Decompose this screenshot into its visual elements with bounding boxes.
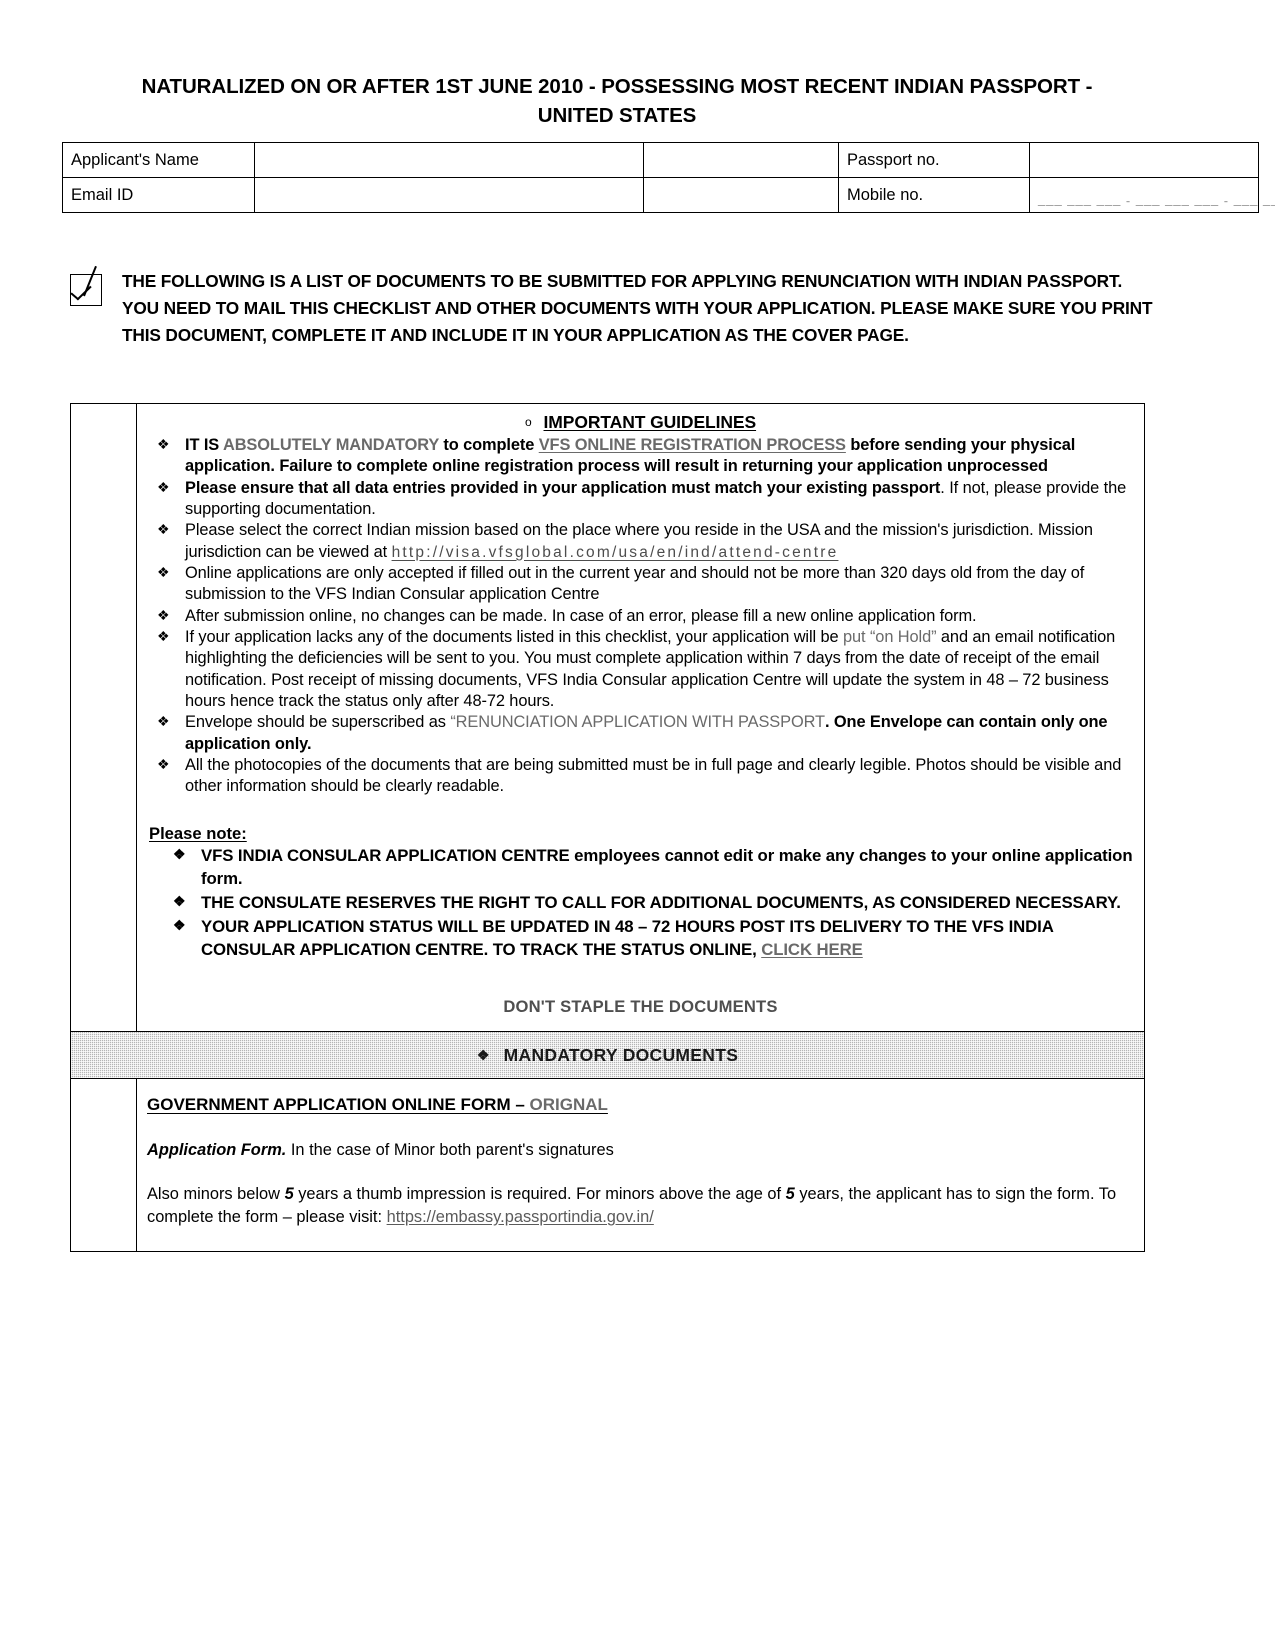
page-title-line-2: UNITED STATES bbox=[537, 104, 697, 128]
guideline-item-part: to complete bbox=[438, 436, 539, 454]
email-id-label: Email ID bbox=[62, 177, 255, 213]
guideline-item-part: After submission online, no changes can … bbox=[185, 606, 977, 625]
mobile-no-dashes: ___ ___ ___ - ___ ___ ___ - ___ ___ ___ … bbox=[1038, 196, 1275, 206]
guideline-item: All the photocopies of the documents tha… bbox=[145, 755, 1136, 798]
guideline-item-part: All the photocopies of the documents tha… bbox=[185, 755, 1122, 796]
please-note-list: VFS INDIA CONSULAR APPLICATION CENTRE em… bbox=[145, 844, 1136, 962]
email-id-field[interactable] bbox=[254, 177, 644, 213]
guideline-item-part: Please ensure that all data entries prov… bbox=[185, 478, 941, 497]
government-form-cell: GOVERNMENT APPLICATION ONLINE FORM – ORI… bbox=[137, 1079, 1144, 1251]
guideline-item: Envelope should be superscribed as “RENU… bbox=[145, 712, 1136, 755]
please-note-item: VFS INDIA CONSULAR APPLICATION CENTRE em… bbox=[145, 844, 1136, 890]
minors-age-2: 5 bbox=[785, 1184, 795, 1203]
application-form-paragraph: Application Form. In the case of Minor b… bbox=[147, 1139, 1134, 1162]
minors-text-2: years a thumb impression is required. Fo… bbox=[293, 1184, 786, 1203]
passport-india-link[interactable]: https://embassy.passportindia.gov.in/ bbox=[387, 1208, 654, 1226]
please-note-heading: Please note: bbox=[149, 823, 247, 843]
mandatory-documents-bar: ❖ MANDATORY DOCUMENTS bbox=[71, 1031, 1144, 1080]
email-id-extra-field[interactable] bbox=[643, 177, 839, 213]
please-note-item: THE CONSULATE RESERVES THE RIGHT TO CALL… bbox=[145, 891, 1136, 914]
minors-paragraph: Also minors below 5 years a thumb impres… bbox=[147, 1183, 1134, 1230]
guideline-item: After submission online, no changes can … bbox=[145, 606, 1136, 627]
applicant-name-extra-field[interactable] bbox=[643, 142, 839, 178]
mandatory-documents-row: GOVERNMENT APPLICATION ONLINE FORM – ORI… bbox=[71, 1079, 1144, 1252]
page-title-line-1: NATURALIZED ON OR AFTER 1ST JUNE 2010 - … bbox=[141, 75, 1093, 98]
guideline-item-part: ABSOLUTELY MANDATORY bbox=[222, 436, 439, 454]
page-title: NATURALIZED ON OR AFTER 1ST JUNE 2010 - … bbox=[62, 72, 1172, 130]
table-row: Applicant's Name Passport no. bbox=[62, 142, 1259, 178]
checked-checkbox-icon bbox=[70, 274, 102, 306]
mandatory-documents-label: MANDATORY DOCUMENTS bbox=[503, 1044, 739, 1065]
passport-no-label: Passport no. bbox=[838, 142, 1030, 178]
guideline-item-part: http://visa.vfsglobal.com/usa/en/ind/att… bbox=[391, 543, 839, 561]
guideline-item: Please ensure that all data entries prov… bbox=[145, 478, 1136, 521]
minors-text-1: Also minors below bbox=[147, 1184, 285, 1203]
applicant-name-field[interactable] bbox=[254, 142, 644, 178]
minors-age-1: 5 bbox=[284, 1184, 294, 1203]
application-form-text: In the case of Minor both parent's signa… bbox=[286, 1141, 614, 1160]
guideline-item-part: put “on Hold” bbox=[843, 627, 937, 646]
circle-marker-icon: o bbox=[524, 415, 532, 429]
checklist-notice: THE FOLLOWING IS A LIST OF DOCUMENTS TO … bbox=[70, 268, 1160, 348]
guideline-item-part: IT IS bbox=[185, 436, 223, 454]
gutter-column bbox=[71, 404, 137, 1032]
guidelines-heading-text: IMPORTANT GUIDELINES bbox=[543, 412, 757, 432]
government-form-title: GOVERNMENT APPLICATION ONLINE FORM – ORI… bbox=[147, 1095, 1134, 1115]
government-form-title-orignal: ORIGNAL bbox=[529, 1095, 608, 1115]
guidelines-row: o IMPORTANT GUIDELINES IT IS ABSOLUTELY M… bbox=[71, 404, 1144, 1032]
applicant-info-table: Applicant's Name Passport no. Email ID M… bbox=[62, 142, 1275, 213]
guideline-item: IT IS ABSOLUTELY MANDATORY to complete V… bbox=[145, 435, 1136, 478]
guideline-item-part: If your application lacks any of the doc… bbox=[185, 627, 843, 646]
guideline-item-part: “RENUNCIATION APPLICATION WITH PASSPORT bbox=[450, 713, 825, 732]
checklist-main-box: o IMPORTANT GUIDELINES IT IS ABSOLUTELY M… bbox=[70, 403, 1145, 1253]
checklist-notice-text: THE FOLLOWING IS A LIST OF DOCUMENTS TO … bbox=[122, 271, 1153, 345]
passport-no-field[interactable] bbox=[1029, 142, 1259, 178]
government-form-title-main: GOVERNMENT APPLICATION ONLINE FORM – bbox=[147, 1095, 530, 1115]
please-note-item-part: VFS INDIA CONSULAR APPLICATION CENTRE bbox=[201, 845, 570, 865]
please-note-item-part[interactable]: CLICK HERE bbox=[761, 940, 863, 959]
guideline-item-part[interactable]: VFS ONLINE REGISTRATION PROCESS bbox=[539, 436, 846, 454]
guidelines-heading: o IMPORTANT GUIDELINES bbox=[145, 412, 1136, 433]
applicant-name-label: Applicant's Name bbox=[62, 142, 255, 178]
please-note-item-part: THE CONSULATE RESERVES THE RIGHT TO CALL… bbox=[201, 892, 1121, 912]
guidelines-cell: o IMPORTANT GUIDELINES IT IS ABSOLUTELY M… bbox=[137, 404, 1144, 1031]
document-page: NATURALIZED ON OR AFTER 1ST JUNE 2010 - … bbox=[0, 0, 1275, 1650]
mobile-no-field[interactable]: ___ ___ ___ - ___ ___ ___ - ___ ___ ___ … bbox=[1029, 177, 1275, 213]
application-form-label: Application Form. bbox=[147, 1141, 287, 1160]
table-row: Email ID Mobile no. ___ ___ ___ - ___ __… bbox=[62, 177, 1275, 213]
please-note-item-part: YOUR APPLICATION STATUS WILL BE UPDATED … bbox=[201, 917, 1054, 960]
guideline-item-part: Envelope should be superscribed as bbox=[185, 713, 451, 732]
please-note-item: YOUR APPLICATION STATUS WILL BE UPDATED … bbox=[145, 915, 1136, 961]
guidelines-list: IT IS ABSOLUTELY MANDATORY to complete V… bbox=[145, 435, 1136, 798]
mobile-no-label: Mobile no. bbox=[838, 177, 1030, 213]
diamond-bullet-icon: ❖ bbox=[476, 1046, 490, 1063]
dont-staple-notice: DON'T STAPLE THE DOCUMENTS bbox=[503, 997, 778, 1017]
gutter-column bbox=[71, 1079, 137, 1252]
guideline-item: Please select the correct Indian mission… bbox=[145, 520, 1136, 563]
guideline-item-part: Online applications are only accepted if… bbox=[185, 563, 1085, 604]
guideline-item: Online applications are only accepted if… bbox=[145, 563, 1136, 606]
guideline-item: If your application lacks any of the doc… bbox=[145, 627, 1136, 712]
